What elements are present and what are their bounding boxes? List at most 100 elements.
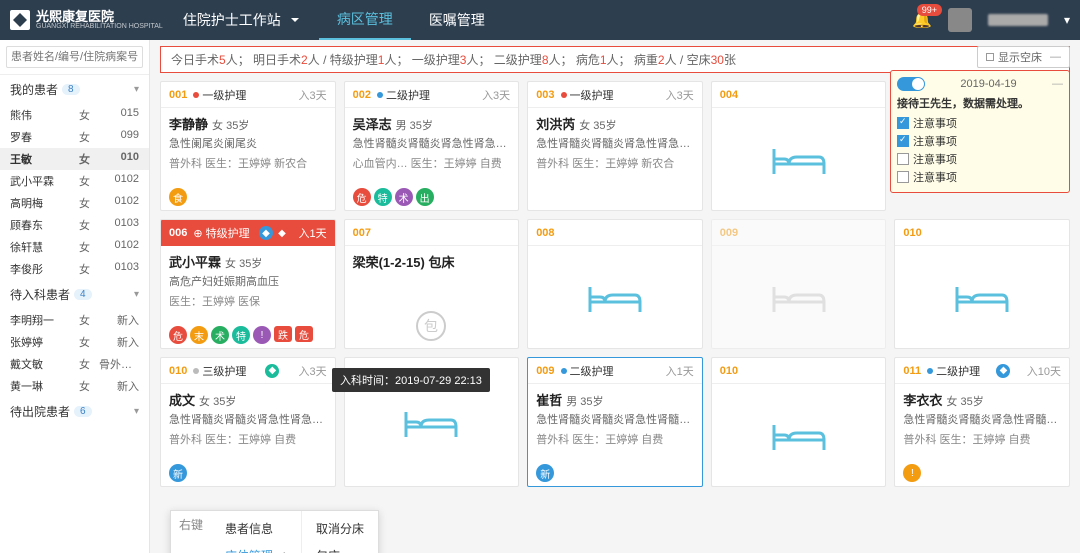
stay-days: 入10天 [1027, 363, 1061, 379]
checkbox-icon[interactable] [897, 171, 909, 183]
notepad-title: 接待王先生，数据需处理。 [897, 95, 1063, 111]
patient-row[interactable]: 徐轩慧女0102 [0, 236, 149, 258]
minimize-icon[interactable]: — [1050, 51, 1061, 63]
chevron-down-icon: ▾ [134, 289, 139, 300]
patient-row[interactable]: 李明翔一女新入 [0, 309, 149, 331]
note-item[interactable]: 注意事项 [897, 150, 1063, 168]
chevron-down-icon: ▾ [134, 406, 139, 417]
section-count: 4 [74, 289, 92, 300]
patient-gender: 女 [79, 151, 99, 167]
patient-bed: 015 [99, 107, 139, 123]
context-menu[interactable]: 右键 患者信息床位管理›转科包床 取消分床包床换床 [170, 510, 379, 553]
card-footer: ! [895, 460, 1069, 486]
patient-gender: 女 [79, 195, 99, 211]
bed-number: 010 [720, 365, 738, 377]
patient-meta: 男 35岁 [396, 120, 433, 132]
bed-card[interactable]: 010 [711, 357, 887, 487]
level-dot [561, 368, 567, 374]
minimize-icon[interactable]: — [1052, 78, 1063, 90]
bed-card[interactable]: 003一级护理入3天 刘洪芮女 35岁 急性肾髓炎肾髓炎肾急性肾急性肾髓… 普外… [527, 81, 703, 211]
card-header: 001一级护理入3天 [161, 82, 335, 108]
bed-card[interactable]: 004 [711, 81, 887, 211]
tag-icon: 新 [169, 464, 187, 482]
patient-row[interactable]: 李俊彤女0103 [0, 258, 149, 280]
bed-number: 006 [169, 227, 187, 239]
patient-meta: 女 35岁 [212, 120, 249, 132]
patient-name: 顾春东 [10, 217, 79, 233]
notepad[interactable]: 2019-04-19 — 接待王先生，数据需处理。 注意事项注意事项注意事项注意… [890, 70, 1070, 193]
menu-item[interactable]: 床位管理› [211, 542, 301, 553]
patient-row[interactable]: 黄一琳女新入 [0, 375, 149, 397]
bell-icon[interactable]: 🔔99+ [912, 10, 932, 30]
dept-info: 医生：王婷婷 医保 [169, 293, 327, 309]
bed-card[interactable]: 011二级护理◆入10天 李衣衣女 35岁 急性肾髓炎肾髓炎肾急性肾髓急性肾… … [894, 357, 1070, 487]
logo: 光熙康复医院 GUANGXI REHABILITATION HOSPITAL [10, 10, 163, 30]
patient-row[interactable]: 王敏女010 [0, 148, 149, 170]
section-title[interactable]: 待出院患者6▾ [0, 397, 149, 426]
nav-tab[interactable]: 医嘱管理 [411, 0, 503, 40]
patient-name: 王敏 [10, 151, 79, 167]
level-dot [561, 92, 567, 98]
nurse-level: 二级护理 [570, 363, 614, 379]
bed-card[interactable]: 001一级护理入3天 李静静女 35岁 急性阑尾炎阑尾炎 普外科 医生：王婷婷 … [160, 81, 336, 211]
logo-icon [10, 10, 30, 30]
menu-item[interactable]: 患者信息 [211, 515, 301, 542]
bed-card[interactable]: 010三级护理◆入3天 成文女 35岁 急性肾髓炎肾髓炎肾急性肾急性肾… 普外科… [160, 357, 336, 487]
bed-card[interactable]: 009 [711, 219, 887, 349]
bed-card[interactable]: 009二级护理入1天 崔哲男 35岁 急性肾髓炎肾髓炎肾急性肾髓急性肾… 普外科… [527, 357, 703, 487]
patient-name: 高明梅 [10, 195, 79, 211]
show-empty-toggle[interactable]: 显示空床 — [977, 46, 1070, 68]
sidebar: 我的患者8▾熊伟女015罗春女099王敏女010武小平霖女0102高明梅女010… [0, 40, 150, 553]
bed-card[interactable]: 008 [527, 219, 703, 349]
package-icon: 包 [401, 306, 461, 346]
patient-row[interactable]: 高明梅女0102 [0, 192, 149, 214]
patient-row[interactable]: 戴文敏女骨外科住院 [0, 353, 149, 375]
patient-row[interactable]: 顾春东女0103 [0, 214, 149, 236]
bed-card[interactable]: 010 [894, 219, 1070, 349]
note-item[interactable]: 注意事项 [897, 114, 1063, 132]
patient-row[interactable]: 罗春女099 [0, 126, 149, 148]
bed-card[interactable]: 002二级护理入3天 吴泽志男 35岁 急性肾髓炎肾髓炎肾急性肾急性肾髓… 心血… [344, 81, 520, 211]
card-header: 002二级护理入3天 [345, 82, 519, 108]
card-header: 010 [895, 220, 1069, 246]
station-dropdown-icon[interactable] [291, 18, 299, 22]
patient-row[interactable]: 武小平霖女0102 [0, 170, 149, 192]
checkbox-icon[interactable] [897, 153, 909, 165]
search-input[interactable] [6, 46, 143, 68]
patient-name: 黄一琳 [10, 378, 79, 394]
bed-card[interactable]: 006⊕特级护理◆◆入1天 武小平霖女 35岁 高危产妇妊娠期高血压 医生：王婷… [160, 219, 336, 349]
patient-name: 梁荣(1-2-15) 包床 [353, 252, 511, 271]
section-title[interactable]: 待入科患者4▾ [0, 280, 149, 309]
patient-name: 成文 [169, 393, 195, 408]
note-item[interactable]: 注意事项 [897, 132, 1063, 150]
patient-name: 李明翔一 [10, 312, 79, 328]
station-name[interactable]: 住院护士工作站 [183, 10, 281, 30]
chevron-down-icon[interactable]: ▾ [1064, 13, 1070, 27]
checkbox-icon[interactable] [897, 135, 909, 147]
section-title[interactable]: 我的患者8▾ [0, 75, 149, 104]
checkbox-icon[interactable] [897, 117, 909, 129]
patient-row[interactable]: 熊伟女015 [0, 104, 149, 126]
avatar[interactable] [948, 8, 972, 32]
nav-tab[interactable]: 病区管理 [319, 0, 411, 40]
hospital-en: GUANGXI REHABILITATION HOSPITAL [36, 23, 163, 30]
menu-item[interactable]: 取消分床 [302, 515, 378, 542]
card-footer: 新 [161, 460, 335, 486]
diagnosis: 急性肾髓炎肾髓炎肾急性肾髓急性肾… [536, 411, 694, 427]
patient-meta: 男 35岁 [566, 396, 603, 408]
checkbox-icon [986, 53, 994, 61]
patient-bed: 新入 [99, 334, 139, 350]
chevron-right-icon: › [283, 547, 287, 553]
bed-number: 009 [720, 227, 738, 239]
user-name[interactable] [988, 14, 1048, 26]
bed-icon [952, 277, 1012, 317]
bed-card[interactable]: 007梁荣(1-2-15) 包床 包 [344, 219, 520, 349]
patient-row[interactable]: 张婷婷女新入 [0, 331, 149, 353]
patient-name: 刘洪芮 [536, 117, 575, 132]
notepad-switch[interactable] [897, 77, 925, 91]
patient-bed: 099 [99, 129, 139, 145]
level-dot [193, 368, 199, 374]
note-item[interactable]: 注意事项 [897, 168, 1063, 186]
menu-item[interactable]: 包床 [302, 542, 378, 553]
patient-name: 李俊彤 [10, 261, 79, 277]
